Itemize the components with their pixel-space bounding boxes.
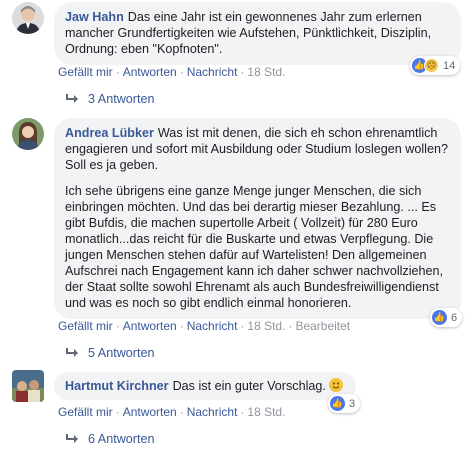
comment-text: Hartmut Kirchner Das ist ein guter Vorsch… [65, 378, 345, 394]
reaction-summary[interactable]: 👍 6 [430, 308, 463, 327]
reaction-summary[interactable]: 👍 3 [328, 394, 361, 413]
comment-paragraph: Das ist ein guter Vorschlag. [172, 379, 326, 393]
replies-count-label[interactable]: 6 Antworten [88, 432, 155, 446]
like-reaction-icon: 👍 [330, 396, 345, 411]
reaction-count: 6 [451, 311, 458, 324]
comment-author[interactable]: Hartmut Kirchner [65, 379, 169, 393]
comment-bubble: Andrea Lübker Was ist mit denen, die sich… [54, 118, 461, 319]
comment-actions: Gefällt mir · Antworten · Nachricht · 18 Std. [58, 405, 286, 419]
reply-arrow-icon [66, 348, 78, 357]
comment-actions: Gefällt mir · Antworten · Nachricht · 18 Std. ·… [58, 319, 351, 333]
comment-timestamp[interactable]: 18 Std. [247, 65, 285, 79]
replies-count-label[interactable]: 5 Antworten [88, 346, 155, 360]
reply-link[interactable]: Antworten [123, 319, 177, 333]
reaction-summary[interactable]: 👍 ☹ 14 [410, 56, 461, 75]
comment-bubble: Hartmut Kirchner Das ist ein guter Vorsch… [54, 372, 356, 400]
edited-label[interactable]: Bearbeitet [295, 319, 350, 333]
sad-reaction-icon: ☹ [424, 58, 439, 73]
like-link[interactable]: Gefällt mir [58, 405, 113, 419]
like-link[interactable]: Gefällt mir [58, 319, 113, 333]
comment-timestamp[interactable]: 18 Std. [247, 319, 285, 333]
comment-timestamp[interactable]: 18 Std. [247, 405, 285, 419]
comment-text: Jaw Hahn Das eine Jahr ist ein gewonnenes… [65, 9, 450, 57]
avatar[interactable] [12, 2, 44, 34]
comment-paragraph: Ich sehe übrigens eine ganze Menge junge… [65, 184, 444, 310]
smile-emoji-icon [329, 378, 344, 392]
replies-count-label[interactable]: 3 Antworten [88, 92, 155, 106]
message-link[interactable]: Nachricht [187, 405, 238, 419]
reply-link[interactable]: Antworten [123, 405, 177, 419]
avatar[interactable] [12, 370, 44, 402]
like-link[interactable]: Gefällt mir [58, 65, 113, 79]
comment-bubble: Jaw Hahn Das eine Jahr ist ein gewonnenes… [54, 2, 461, 65]
reply-arrow-icon [66, 434, 78, 443]
message-link[interactable]: Nachricht [187, 65, 238, 79]
reaction-count: 14 [443, 59, 456, 72]
reaction-count: 3 [349, 397, 356, 410]
avatar[interactable] [12, 118, 44, 150]
view-replies-link[interactable]: 3 Antworten [64, 92, 155, 106]
comment-text: Andrea Lübker Was ist mit denen, die sich… [65, 125, 450, 173]
comment-author[interactable]: Andrea Lübker [65, 126, 154, 140]
message-link[interactable]: Nachricht [187, 319, 238, 333]
like-reaction-icon: 👍 [432, 310, 447, 325]
comment-actions: Gefällt mir · Antworten · Nachricht · 18 Std. [58, 65, 286, 79]
view-replies-link[interactable]: 6 Antworten [64, 432, 155, 446]
view-replies-link[interactable]: 5 Antworten [64, 346, 155, 360]
reply-link[interactable]: Antworten [123, 65, 177, 79]
reply-arrow-icon [66, 94, 78, 103]
comment-author[interactable]: Jaw Hahn [65, 10, 124, 24]
